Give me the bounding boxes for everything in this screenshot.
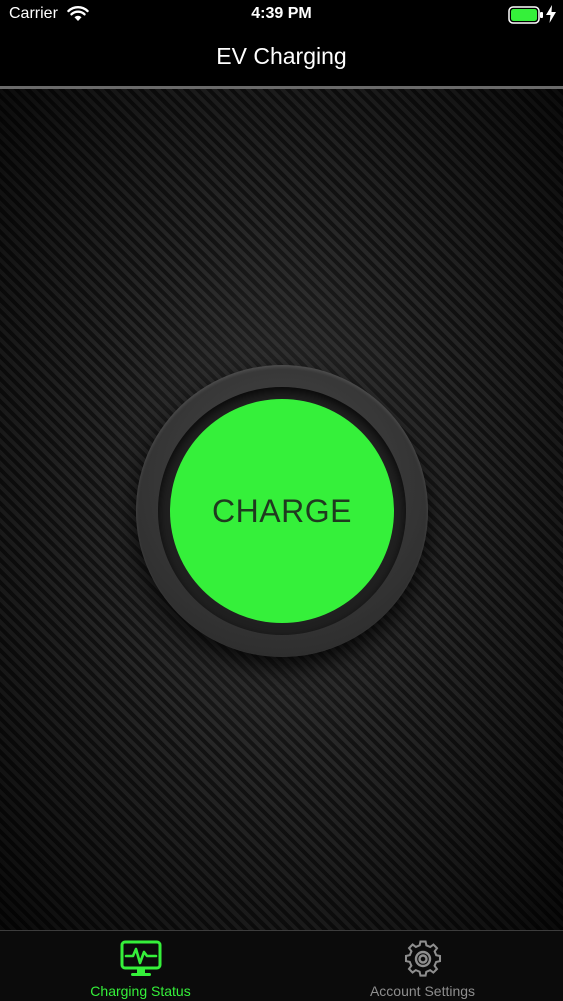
tab-charging-status[interactable]: Charging Status (0, 931, 281, 1001)
navigation-bar: EV Charging (0, 30, 563, 86)
monitor-pulse-icon (120, 940, 162, 976)
tab-account-settings-label: Account Settings (369, 983, 476, 999)
gear-icon (404, 940, 442, 977)
battery-icon (508, 6, 543, 24)
status-bar: Carrier 4:39 PM (0, 0, 563, 30)
charging-bolt-icon (546, 5, 556, 23)
charge-button-label: CHARGE (212, 492, 352, 529)
tab-charging-status-label: Charging Status (90, 983, 191, 999)
page-title: EV Charging (216, 43, 347, 69)
main-content: CHARGE (0, 89, 563, 930)
status-time: 4:39 PM (251, 5, 312, 22)
tab-bar: Charging Status Account Settings (0, 930, 563, 1001)
tab-account-settings[interactable]: Account Settings (282, 931, 563, 1001)
charge-button[interactable]: CHARGE (170, 399, 394, 623)
charge-button-bezel: CHARGE (136, 365, 428, 657)
